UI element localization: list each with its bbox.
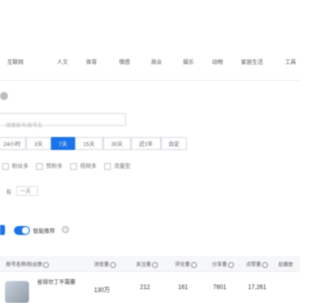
search-box xyxy=(0,113,131,132)
time-filter-3d[interactable]: 3天 xyxy=(26,137,51,150)
checkbox-icon xyxy=(2,162,9,170)
checkbox-videos[interactable]: 视频多 xyxy=(70,162,97,170)
help-icon xyxy=(228,261,235,268)
checkbox-label: 粉丝多 xyxy=(12,164,29,170)
category-bar: 互联网 人文 体育 情感 商业 娱乐 动物 家居生活 工具 xyxy=(0,58,300,74)
checkbox-traffic[interactable]: 流量型 xyxy=(104,162,131,170)
smart-recommend-toggle[interactable] xyxy=(14,226,30,235)
time-filter-30d[interactable]: 30天 xyxy=(103,137,131,150)
category-tab[interactable]: 商业 xyxy=(151,58,162,66)
info-icon[interactable]: ? xyxy=(62,226,69,233)
column-header[interactable]: 分享量 xyxy=(212,261,235,268)
day-range-field[interactable]: 一天 xyxy=(16,186,38,196)
filter-dot-icon xyxy=(0,92,8,100)
help-icon xyxy=(110,261,117,268)
help-icon xyxy=(43,261,50,268)
category-tab[interactable]: 娱乐 xyxy=(183,58,194,66)
follows-value: 212 xyxy=(140,285,151,291)
column-header[interactable]: 关注量 xyxy=(136,261,159,268)
time-filter-24h[interactable]: 24小时 xyxy=(0,137,26,150)
time-filter-7d[interactable]: 7天 xyxy=(51,137,75,150)
checkbox-label: 视频多 xyxy=(80,164,97,170)
checkbox-likes[interactable]: 赞粉多 xyxy=(36,162,63,170)
help-icon xyxy=(152,261,159,268)
category-tab[interactable]: 体育 xyxy=(86,58,97,66)
likes-value: 17,261 xyxy=(248,285,267,291)
column-header[interactable]: 总播放 xyxy=(278,261,293,268)
category-tab[interactable]: 互联网 xyxy=(7,58,24,66)
category-tab[interactable]: 情感 xyxy=(119,58,130,66)
checkbox-icon xyxy=(36,162,43,170)
category-tab[interactable]: 工具 xyxy=(285,58,296,66)
column-header[interactable]: 账号名称/粉丝数 xyxy=(6,261,50,268)
views-value: 130万 xyxy=(94,288,111,294)
checkbox-icon xyxy=(104,162,111,170)
column-header[interactable]: 评论量 xyxy=(175,261,198,268)
comments-value: 161 xyxy=(178,285,189,291)
toggle-label: 智能推荐 xyxy=(33,229,56,235)
active-tab-indicator xyxy=(0,225,5,235)
search-input[interactable] xyxy=(0,120,131,132)
category-tab[interactable]: 人文 xyxy=(57,58,68,66)
time-filter-15d[interactable]: 15天 xyxy=(75,137,103,150)
category-tab[interactable]: 家居生活 xyxy=(241,58,263,66)
column-header[interactable]: 浏览量 xyxy=(94,261,117,268)
category-tab[interactable]: 动物 xyxy=(212,58,223,66)
checkbox-label: 流量型 xyxy=(114,164,131,170)
shares-value: 7601 xyxy=(213,285,227,291)
help-icon xyxy=(191,261,198,268)
column-header[interactable]: 点赞量 xyxy=(246,261,269,268)
account-name[interactable]: 省得勿丁不需要 xyxy=(37,280,77,287)
checkbox-icon xyxy=(70,162,77,170)
filter-prefix: 有 xyxy=(6,190,12,196)
table-header: 账号名称/粉丝数 浏览量 关注量 评论量 分享量 点赞量 总播放 xyxy=(0,256,300,272)
checkbox-fans[interactable]: 粉丝多 xyxy=(2,162,29,170)
time-filter-1y[interactable]: 近1年 xyxy=(131,137,161,150)
help-icon xyxy=(262,261,269,268)
divider xyxy=(0,80,300,81)
checkbox-label: 赞粉多 xyxy=(46,164,63,170)
time-filter-custom[interactable]: 自定 xyxy=(161,137,187,150)
